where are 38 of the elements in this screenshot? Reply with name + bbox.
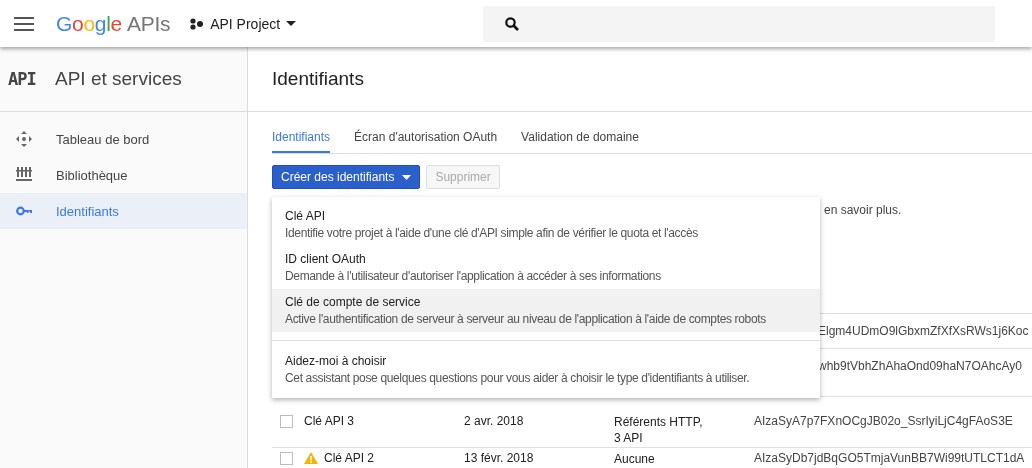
logo[interactable]: Google APIs [56,11,171,36]
search-field[interactable] [483,5,995,42]
menu-item[interactable]: Clé API Identifie votre projet à l'aide d'une clé d'API simple afin de vérifier le quota et l'accès [272,203,820,246]
date-cell-text: 13 févr. 2018 [464,450,535,465]
tab[interactable]: Identifiants [272,129,331,153]
sidebar-title: API et services [55,68,182,90]
menu-item[interactable]: Aidez-moi à choisir Cet assistant pose quelques questions pour vous aider à choisir le type d'identifiants à utiliser. [272,340,820,392]
key-cell-text: AIzaSyA7p7FXnOCgJB02o_SsrIyiLjC4gFAoS3E [754,413,1014,428]
restrictions-cell-text: Référents HTTP, 3 API [614,414,704,446]
create-button[interactable]: Créer des identifiants [272,165,421,189]
menu-item[interactable]: Clé de compte de service Active l'authentification de serveur à serveur au niveau de l'application à l'aide de comptes robots [272,289,820,332]
date-cell-text: 2 avr. 2018 [464,413,525,428]
warning-icon [304,452,318,464]
info-text: en savoir plus. [824,203,903,217]
library-icon [16,167,32,183]
checkbox[interactable] [280,415,293,428]
caret-icon [286,21,297,26]
sidebar-item[interactable]: Identifiants [0,193,247,229]
dashboard-icon [16,131,32,147]
tab[interactable]: Écran d'autorisation OAuth [354,129,498,153]
page-title: Identifiants [248,47,1032,112]
tab[interactable]: Validation de domaine [521,129,639,153]
caret-icon [402,174,412,180]
key-name[interactable]: Clé API 3 [304,414,355,428]
project-selector[interactable]: API Project [190,15,297,32]
restrictions-cell-text: Aucune [614,451,656,467]
sidebar-item[interactable]: Bibliothèque [0,157,247,193]
key-cell-text: AIzaSyDb7jdBqGO5TmjaVunBB7Wi99tUTLCT1dA [754,450,1026,465]
api-label: API [8,69,37,89]
key-icon [16,206,32,216]
key-cell-text: whb9tVbhZhAhaOnd09haN7OAhcAy0 [817,358,1023,373]
checkbox[interactable] [280,452,293,465]
sidebar-item[interactable]: Tableau de bord [0,121,247,157]
search-icon [505,16,519,31]
menu-icon[interactable] [14,16,34,31]
key-name[interactable]: Clé API 2 [324,451,375,465]
dots-icon [190,17,205,30]
menu-item[interactable]: ID client OAuth Demande à l'utilisateur d'autoriser l'application à accéder à ses informations [272,246,820,289]
